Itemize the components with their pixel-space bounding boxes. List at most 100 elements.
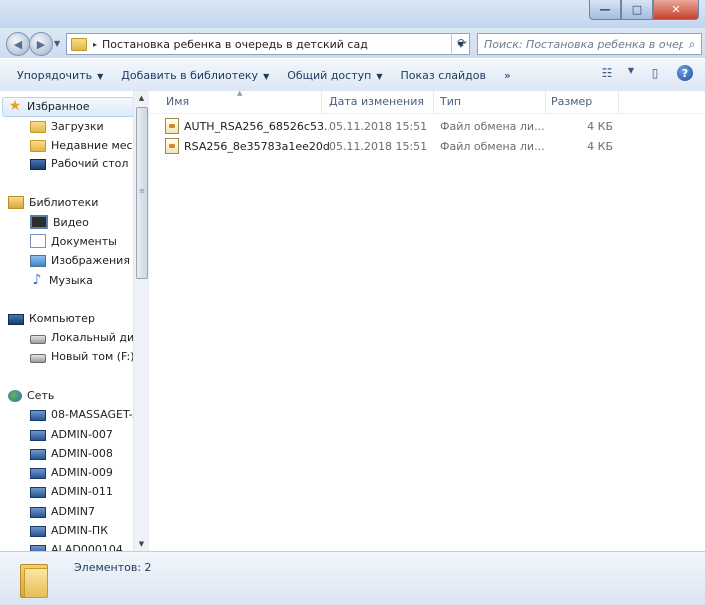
- nav-item-network-pc[interactable]: ADMIN-009: [30, 466, 113, 479]
- network-icon: [8, 389, 22, 402]
- navigation-scrollbar[interactable]: ▲ ≡ ▼: [133, 91, 149, 551]
- nav-group-favorites[interactable]: ★ Избранное: [8, 99, 90, 113]
- nav-item-label: Новый том (F:): [51, 350, 135, 363]
- chevron-down-icon: ▼: [263, 71, 270, 81]
- nav-group-label: Избранное: [27, 99, 90, 113]
- address-bar[interactable]: ▸ Постановка ребенка в очередь в детский…: [66, 33, 470, 55]
- search-icon[interactable]: ⌕: [683, 37, 701, 52]
- nav-group-label: Компьютер: [29, 312, 95, 325]
- navigation-pane: ★ Избранное Загрузки Недавние места Рабо…: [0, 91, 149, 551]
- nav-item-label: ADMIN-ПК: [51, 524, 109, 537]
- back-arrow-icon: ◀: [13, 37, 23, 51]
- help-icon[interactable]: ?: [677, 65, 693, 81]
- nav-item-desktop[interactable]: Рабочий стол: [30, 157, 128, 170]
- nav-item-recent-places[interactable]: Недавние места: [30, 138, 146, 152]
- document-icon: [30, 234, 46, 248]
- nav-item-local-disk[interactable]: Локальный диск: [30, 331, 147, 344]
- back-button[interactable]: ◀: [6, 32, 30, 56]
- breadcrumb-current-folder[interactable]: Постановка ребенка в очередь в детский с…: [102, 38, 453, 51]
- computer-icon: [8, 313, 24, 325]
- nav-item-network-pc[interactable]: ADMIN-007: [30, 428, 113, 441]
- recent-pages-dropdown[interactable]: ▼: [54, 39, 60, 48]
- file-date: 05.11.2018 15:51: [329, 139, 428, 153]
- maximize-button[interactable]: □: [621, 0, 653, 20]
- item-count: Элементов: 2: [74, 561, 152, 574]
- nav-item-label: ADMIN-007: [51, 428, 113, 441]
- nav-item-network-pc[interactable]: ADMIN7: [30, 505, 95, 518]
- more-commands-button[interactable]: »: [495, 69, 520, 82]
- network-computer-icon: [30, 506, 46, 518]
- network-computer-icon: [30, 525, 46, 537]
- nav-item-music[interactable]: ♪ Музыка: [30, 273, 93, 287]
- nav-item-label: Музыка: [49, 273, 93, 287]
- close-button[interactable]: ✕: [653, 0, 699, 20]
- scrollbar-thumb[interactable]: ≡: [136, 107, 148, 279]
- file-row[interactable]: AUTH_RSA256_68526c53... 05.11.2018 15:51…: [165, 117, 625, 135]
- column-divider[interactable]: [545, 91, 546, 113]
- file-date: 05.11.2018 15:51: [329, 119, 428, 133]
- column-header-date[interactable]: Дата изменения: [329, 95, 424, 108]
- explorer-window: — □ ✕ ◀ ▶ ▼ ▸ Постановка ребенка в очере…: [0, 0, 705, 605]
- network-computer-icon: [30, 429, 46, 441]
- nav-item-label: ADMIN-011: [51, 485, 113, 498]
- search-box[interactable]: Поиск: Постановка ребенка в очере... ⌕: [477, 33, 702, 55]
- scroll-up-icon[interactable]: ▲: [134, 91, 149, 105]
- command-bar: Упорядочить ▼ Добавить в библиотеку ▼ Общи…: [0, 58, 705, 92]
- organize-button[interactable]: Упорядочить ▼: [8, 69, 112, 82]
- column-divider[interactable]: [618, 91, 619, 113]
- refresh-icon: ⟳: [456, 36, 468, 50]
- nav-group-libraries[interactable]: Библиотеки: [8, 196, 98, 209]
- nav-item-pictures[interactable]: Изображения: [30, 254, 130, 267]
- column-header-name[interactable]: Имя: [166, 95, 189, 108]
- nav-item-label: ADMIN7: [51, 505, 95, 518]
- nav-item-network-pc[interactable]: 08-MASSAGET-A: [30, 408, 140, 421]
- drive-icon: [30, 354, 46, 363]
- view-controls: ☷ ▼ ▯ ?: [591, 65, 693, 81]
- slideshow-button[interactable]: Показ слайдов: [391, 69, 495, 82]
- nav-item-network-pc[interactable]: ALAD000104: [30, 543, 123, 551]
- refresh-button[interactable]: ⟳: [451, 33, 472, 53]
- view-options-dropdown-icon[interactable]: ▼: [623, 66, 639, 80]
- nav-item-label: Изображения: [51, 254, 130, 267]
- nav-item-network-pc[interactable]: ADMIN-011: [30, 485, 113, 498]
- network-computer-icon: [30, 448, 46, 460]
- certificate-file-icon: [165, 138, 179, 154]
- change-view-icon[interactable]: ☷: [599, 66, 615, 80]
- nav-item-network-pc[interactable]: ADMIN-ПК: [30, 524, 108, 537]
- file-type: Файл обмена ли...: [440, 119, 545, 133]
- nav-item-new-volume[interactable]: Новый том (F:): [30, 350, 135, 363]
- file-name: AUTH_RSA256_68526c53...: [184, 119, 329, 133]
- share-button[interactable]: Общий доступ ▼: [278, 69, 391, 82]
- video-icon: [30, 215, 48, 229]
- details-pane: Элементов: 2: [0, 551, 705, 605]
- downloads-folder-icon: [30, 121, 46, 133]
- column-header-type[interactable]: Тип: [440, 95, 461, 108]
- nav-group-computer[interactable]: Компьютер: [8, 312, 95, 325]
- search-input[interactable]: Поиск: Постановка ребенка в очере...: [478, 38, 683, 51]
- network-computer-icon: [30, 409, 46, 421]
- nav-item-video[interactable]: Видео: [30, 215, 89, 229]
- nav-item-network-pc[interactable]: ADMIN-008: [30, 447, 113, 460]
- organize-label: Упорядочить: [17, 68, 93, 82]
- preview-pane-icon[interactable]: ▯: [647, 66, 663, 80]
- nav-item-label: Документы: [51, 234, 117, 248]
- nav-item-documents[interactable]: Документы: [30, 234, 117, 248]
- forward-button[interactable]: ▶: [29, 32, 53, 56]
- column-divider[interactable]: [433, 91, 434, 113]
- nav-item-downloads[interactable]: Загрузки: [30, 119, 104, 133]
- nav-item-label: Видео: [53, 215, 89, 229]
- file-type: Файл обмена ли...: [440, 139, 545, 153]
- breadcrumb-separator[interactable]: ▸: [93, 40, 97, 49]
- libraries-icon: [8, 196, 24, 209]
- scroll-down-icon[interactable]: ▼: [134, 537, 149, 551]
- nav-item-label: Рабочий стол: [51, 157, 129, 170]
- minimize-button[interactable]: —: [589, 0, 621, 20]
- chevron-down-icon: ▼: [97, 71, 104, 81]
- network-computer-icon: [30, 467, 46, 479]
- column-header-size[interactable]: Размер: [551, 95, 592, 108]
- column-divider[interactable]: [321, 91, 322, 113]
- nav-group-network[interactable]: Сеть: [8, 389, 54, 402]
- file-row[interactable]: RSA256_8e35783a1ee20d... 05.11.2018 15:5…: [165, 137, 625, 155]
- picture-icon: [30, 254, 46, 267]
- add-to-library-button[interactable]: Добавить в библиотеку ▼: [112, 69, 278, 82]
